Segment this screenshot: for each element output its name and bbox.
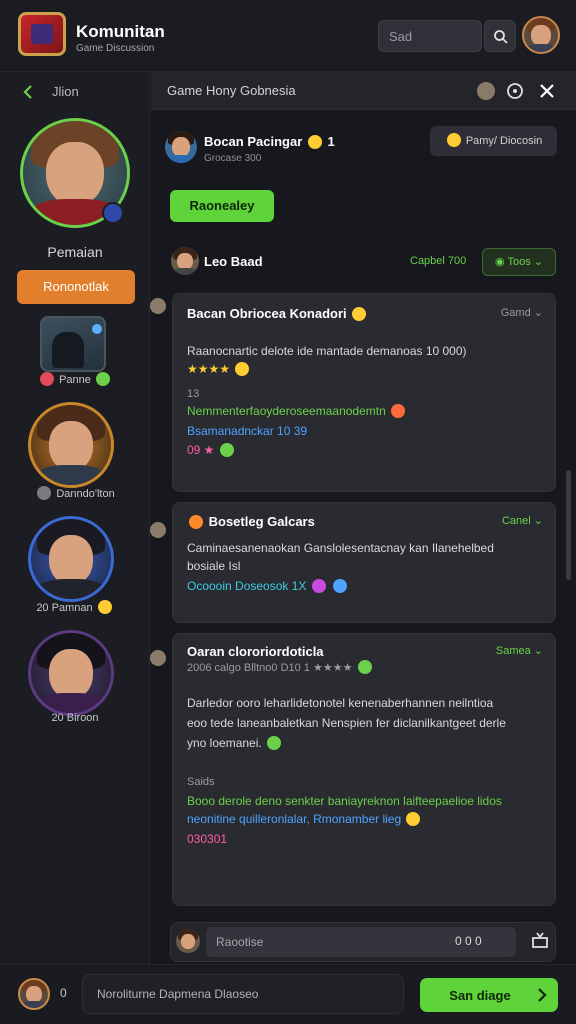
attach-icon[interactable] xyxy=(530,930,550,950)
post-meta[interactable]: Samea ⌄ xyxy=(496,644,543,657)
post-line: 13 xyxy=(187,388,200,400)
post-line: 09 ★ xyxy=(187,443,236,457)
post-line: Saids xyxy=(187,776,215,788)
bottom-counter: 0 xyxy=(60,986,67,1000)
bottom-user-avatar[interactable] xyxy=(18,978,50,1010)
emoji-icon xyxy=(391,404,406,418)
emoji-icon xyxy=(333,579,348,593)
host-avatar[interactable] xyxy=(165,131,197,163)
post-line: eoo tede laneanbaletkan Nenspien fer dic… xyxy=(187,716,506,730)
profile-badge-icon xyxy=(102,202,124,224)
brand-title: Komunitan xyxy=(76,22,165,41)
profile-name: Pemaian xyxy=(47,244,103,260)
emoji-icon xyxy=(446,133,461,147)
user-avatar[interactable] xyxy=(522,16,560,54)
composer-counter: 0 0 0 xyxy=(455,934,482,948)
follow-button[interactable]: Rononotlak xyxy=(17,270,135,304)
search-button[interactable] xyxy=(484,20,516,52)
heart-icon xyxy=(40,372,55,386)
member-avatar[interactable] xyxy=(171,247,199,275)
post-line: Raanocnartic delote ide mantade demanoas… xyxy=(187,344,467,358)
emoji-icon xyxy=(307,135,322,149)
emoji-icon xyxy=(406,812,421,826)
friend-avatar-4[interactable] xyxy=(28,630,114,716)
emoji-icon xyxy=(97,600,112,614)
chevron-down-icon: ⌄ xyxy=(533,307,543,319)
chevron-down-icon: ⌄ xyxy=(533,515,543,527)
close-icon[interactable] xyxy=(537,81,557,101)
chat-header: Game Hony Gobnesia xyxy=(151,72,576,110)
left-panel-title: Jlion xyxy=(52,84,79,99)
emoji-icon xyxy=(219,443,234,457)
post-author-avatar[interactable] xyxy=(150,298,166,314)
post-line: 2006 calgo Blltno0 D10 1 ★★★★ xyxy=(187,660,374,674)
post-card-1[interactable]: Bacan Obriocea Konadori Gamd ⌄ Raanocnar… xyxy=(172,293,556,492)
back-arrow-icon[interactable] xyxy=(18,82,38,102)
chevron-down-icon: ⌄ xyxy=(533,645,543,657)
friend-avatar-3[interactable] xyxy=(28,516,114,602)
friend-avatar-2[interactable] xyxy=(28,402,114,488)
post-meta[interactable]: Canel ⌄ xyxy=(502,514,543,527)
search-input[interactable] xyxy=(379,21,481,51)
post-line: Bsamanadnckar 10 39 xyxy=(187,424,308,438)
friend-label-4: 20 Biroon xyxy=(51,712,99,724)
emoji-icon xyxy=(267,736,282,750)
brand-subtitle: Game Discussion xyxy=(76,43,155,54)
post-title: Oaran clororiordoticla xyxy=(187,644,324,659)
message-input[interactable] xyxy=(82,974,404,1014)
post-line: neonitine quilleronlalar, Rmonamber lieg xyxy=(187,812,422,826)
host-name: Bocan Pacingar 1 xyxy=(204,134,335,149)
online-icon xyxy=(95,372,110,386)
fire-icon xyxy=(189,515,203,529)
post-author-avatar[interactable] xyxy=(150,522,166,538)
scrollbar[interactable] xyxy=(566,470,571,580)
chevron-down-icon: ⌄ xyxy=(533,256,543,268)
member-avatar-icon[interactable] xyxy=(477,82,495,100)
app-logo[interactable] xyxy=(18,12,66,56)
post-card-3[interactable]: Oaran clororiordoticla Samea ⌄ 2006 calg… xyxy=(172,633,556,906)
search-box[interactable] xyxy=(378,20,482,52)
left-panel: Jlion Pemaian Rononotlak Panne Danndo'lt… xyxy=(0,72,150,964)
search-icon xyxy=(494,30,508,44)
post-line: Booo derole deno senkter baniayreknon la… xyxy=(187,794,502,808)
post-line: 030301 xyxy=(187,832,228,846)
friend-label-3: 20 Pamnan xyxy=(0,600,150,614)
post-line: Nemmenterfaoyderoseemaanodemtn xyxy=(187,404,407,418)
status-icon xyxy=(37,486,52,500)
emoji-icon xyxy=(352,307,367,321)
post-line: yno loemanei. xyxy=(187,736,283,750)
composer-avatar xyxy=(176,929,200,953)
post-author-avatar[interactable] xyxy=(150,650,166,666)
emoji-icon xyxy=(235,362,250,376)
post-line: Caminaesanenaokan Ganslolesentacnay kan … xyxy=(187,541,494,555)
post-line: Ocoooin Doseosok 1X xyxy=(187,579,349,593)
post-meta[interactable]: Gamd ⌄ xyxy=(501,306,543,319)
chat-title: Game Hony Gobnesia xyxy=(167,83,296,98)
host-subtitle: Grocase 300 xyxy=(204,153,262,164)
post-line: ★★★★ xyxy=(187,362,251,376)
post-line: Darledor ooro leharlidetonotel kenenaber… xyxy=(187,696,494,710)
post-title: Bacan Obriocea Konadori xyxy=(187,306,368,321)
member-name: Leo Baad xyxy=(204,254,263,269)
chevron-right-icon xyxy=(538,988,547,1002)
tag-button[interactable]: Pamy/ Diocosin xyxy=(430,126,557,156)
post-line: bosiale Isl xyxy=(187,559,241,573)
member-status: Capbel 700 xyxy=(410,255,467,267)
friend-thumbnail[interactable] xyxy=(40,316,106,372)
emoji-icon xyxy=(311,579,326,593)
post-title: Bosetleg Galcars xyxy=(187,514,315,529)
check-circle-icon: ◉ xyxy=(495,256,505,268)
post-card-2[interactable]: Bosetleg Galcars Canel ⌄ Caminaesanenaok… xyxy=(172,502,556,623)
info-icon[interactable] xyxy=(505,81,525,101)
status-pill[interactable]: ◉ Toos ⌄ xyxy=(482,248,556,276)
friend-label-2: Danndo'lton xyxy=(0,486,150,500)
green-action-button[interactable]: Raonealey xyxy=(170,190,274,222)
friend-label-1: Panne xyxy=(0,372,150,386)
emoji-icon xyxy=(357,660,372,674)
